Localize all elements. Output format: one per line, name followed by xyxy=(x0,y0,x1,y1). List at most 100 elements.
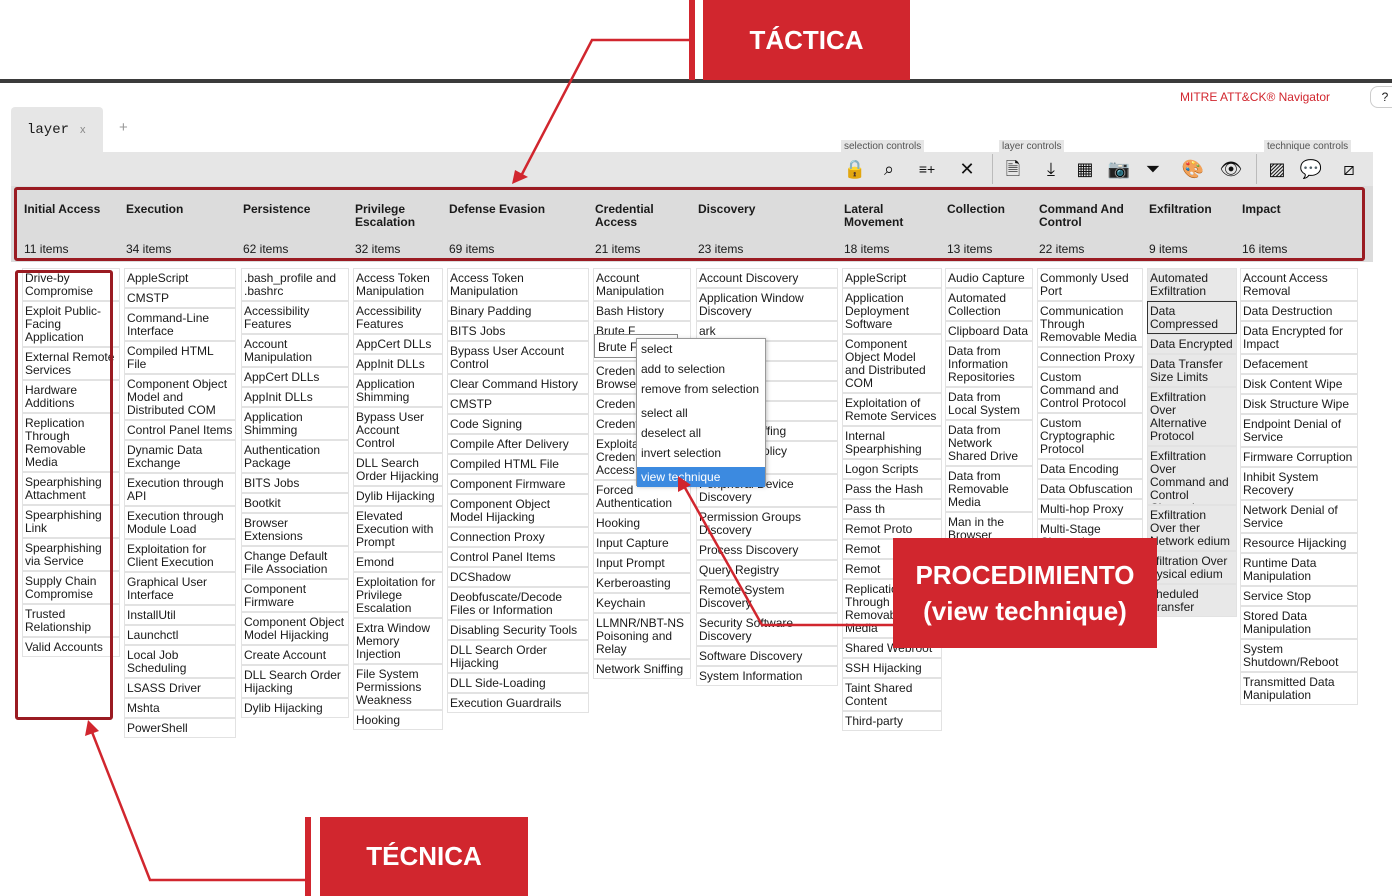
technique-cell[interactable]: Audio Capture xyxy=(945,268,1033,288)
technique-cell[interactable]: Third-party xyxy=(842,711,942,731)
technique-cell[interactable]: Account Manipulation xyxy=(241,334,349,367)
technique-cell[interactable]: Execution through Module Load xyxy=(124,506,236,539)
technique-cell[interactable]: Connection Proxy xyxy=(1037,347,1143,367)
technique-cell[interactable]: CMSTP xyxy=(447,394,589,414)
technique-cell[interactable]: Dynamic Data Exchange xyxy=(124,440,236,473)
technique-cell[interactable]: CMSTP xyxy=(124,288,236,308)
technique-cell[interactable]: Kerberoasting xyxy=(593,573,691,593)
context-menu-item[interactable]: invert selection xyxy=(637,443,765,463)
technique-cell[interactable]: Browser Extensions xyxy=(241,513,349,546)
technique-cell[interactable]: Component Firmware xyxy=(241,579,349,612)
technique-cell[interactable]: Bypass User Account Control xyxy=(353,407,443,453)
technique-cell[interactable]: Custom Command and Control Protocol xyxy=(1037,367,1143,413)
technique-cell[interactable]: Inhibit System Recovery xyxy=(1240,467,1358,500)
technique-cell[interactable]: Compiled HTML File xyxy=(124,341,236,374)
technique-cell[interactable]: Launchctl xyxy=(124,625,236,645)
technique-cell[interactable]: Taint Shared Content xyxy=(842,678,942,711)
technique-cell[interactable]: Multi-hop Proxy xyxy=(1037,499,1143,519)
technique-cell[interactable]: Clear Command History xyxy=(447,374,589,394)
technique-cell[interactable]: BITS Jobs xyxy=(447,321,589,341)
technique-cell[interactable]: AppCert DLLs xyxy=(353,334,443,354)
technique-cell[interactable]: Stored Data Manipulation xyxy=(1240,606,1358,639)
technique-cell[interactable]: Hooking xyxy=(353,710,443,730)
multiselect-icon[interactable]: ≡+ xyxy=(914,157,940,181)
technique-cell[interactable]: File System Permissions Weakness xyxy=(353,664,443,710)
technique-cell[interactable]: Exploitation of Remote Services xyxy=(842,393,942,426)
context-menu-item[interactable]: remove from selection xyxy=(637,379,765,399)
technique-cell[interactable]: PowerShell xyxy=(124,718,236,738)
technique-cell[interactable]: Remote System Discovery xyxy=(696,580,838,613)
grid-icon[interactable]: ▦ xyxy=(1072,157,1098,181)
technique-cell[interactable]: Exploitation for Client Execution xyxy=(124,539,236,572)
technique-cell[interactable]: Access Token Manipulation xyxy=(447,268,589,301)
filter-icon[interactable]: ⏷ xyxy=(1140,157,1166,181)
technique-cell[interactable]: Communication Through Removable Media xyxy=(1037,301,1143,347)
technique-cell[interactable]: System Information xyxy=(696,666,838,686)
technique-cell[interactable]: Clipboard Data xyxy=(945,321,1033,341)
technique-cell[interactable]: Disabling Security Tools xyxy=(447,620,589,640)
technique-cell[interactable]: Internal Spearphishing xyxy=(842,426,942,459)
technique-cell[interactable]: xfiltration Over hysical edium xyxy=(1147,551,1237,584)
technique-cell[interactable]: Data from Local System xyxy=(945,387,1033,420)
technique-cell[interactable]: Component Object Model Hijacking xyxy=(241,612,349,645)
technique-cell[interactable]: AppInit DLLs xyxy=(241,387,349,407)
technique-cell[interactable]: AppCert DLLs xyxy=(241,367,349,387)
technique-cell[interactable]: LSASS Driver xyxy=(124,678,236,698)
technique-cell[interactable]: Command-Line Interface xyxy=(124,308,236,341)
technique-cell[interactable]: Data from Network Shared Drive xyxy=(945,420,1033,466)
context-menu-item[interactable]: deselect all xyxy=(637,423,765,443)
technique-cell[interactable]: DLL Search Order Hijacking xyxy=(241,665,349,698)
technique-cell[interactable]: DLL Side-Loading xyxy=(447,673,589,693)
technique-cell[interactable]: Data Compressed xyxy=(1147,301,1237,334)
technique-cell[interactable]: Bash History xyxy=(593,301,691,321)
technique-cell[interactable]: Defacement xyxy=(1240,354,1358,374)
technique-cell[interactable]: Input Capture xyxy=(593,533,691,553)
technique-cell[interactable]: Component Firmware xyxy=(447,474,589,494)
technique-cell[interactable]: Automated Exfiltration xyxy=(1147,268,1237,301)
search-icon[interactable]: ⌕ xyxy=(876,157,902,181)
technique-cell[interactable]: Input Prompt xyxy=(593,553,691,573)
technique-cell[interactable]: Account Access Removal xyxy=(1240,268,1358,301)
technique-cell[interactable]: AppleScript xyxy=(842,268,942,288)
technique-cell[interactable]: DLL Search Order Hijacking xyxy=(447,640,589,673)
technique-cell[interactable]: Control Panel Items xyxy=(124,420,236,440)
export-icon[interactable]: 🗎 xyxy=(1000,157,1026,181)
technique-cell[interactable]: BITS Jobs xyxy=(241,473,349,493)
technique-cell[interactable]: Compiled HTML File xyxy=(447,454,589,474)
technique-cell[interactable]: Compile After Delivery xyxy=(447,434,589,454)
technique-cell[interactable]: Transmitted Data Manipulation xyxy=(1240,672,1358,705)
technique-cell[interactable]: Component Object Model and Distributed C… xyxy=(842,334,942,393)
technique-cell[interactable]: LLMNR/NBT-NS Poisoning and Relay xyxy=(593,613,691,659)
camera-icon[interactable]: 📷 xyxy=(1106,157,1132,181)
technique-cell[interactable]: Exfiltration Over Alternative Protocol xyxy=(1147,387,1237,446)
technique-cell[interactable]: Application Shimming xyxy=(353,374,443,407)
technique-cell[interactable]: Exfiltration Over ther Network edium xyxy=(1147,505,1237,551)
technique-cell[interactable]: Deobfuscate/Decode Files or Information xyxy=(447,587,589,620)
technique-cell[interactable]: Custom Cryptographic Protocol xyxy=(1037,413,1143,459)
technique-cell[interactable]: Dylib Hijacking xyxy=(241,698,349,718)
deselect-icon[interactable]: ✕ xyxy=(954,157,980,181)
navigator-brand[interactable]: MITRE ATT&CK® Navigator xyxy=(1180,90,1330,104)
technique-cell[interactable]: DLL Search Order Hijacking xyxy=(353,453,443,486)
technique-cell[interactable]: Endpoint Denial of Service xyxy=(1240,414,1358,447)
technique-cell[interactable]: Execution Guardrails xyxy=(447,693,589,713)
technique-cell[interactable]: Process Discovery xyxy=(696,540,838,560)
technique-cell[interactable]: Data Encoding xyxy=(1037,459,1143,479)
eye-icon[interactable]: 👁 xyxy=(1218,157,1244,181)
technique-cell[interactable]: Local Job Scheduling xyxy=(124,645,236,678)
technique-cell[interactable]: Firmware Corruption xyxy=(1240,447,1358,467)
context-menu-item[interactable]: add to selection xyxy=(637,359,765,379)
technique-cell[interactable]: Network Sniffing xyxy=(593,659,691,679)
technique-cell[interactable]: Mshta xyxy=(124,698,236,718)
technique-cell[interactable]: Change Default File Association xyxy=(241,546,349,579)
technique-cell[interactable]: Graphical User Interface xyxy=(124,572,236,605)
technique-cell[interactable]: Elevated Execution with Prompt xyxy=(353,506,443,552)
technique-cell[interactable]: cheduled Transfer xyxy=(1147,584,1237,617)
technique-cell[interactable]: AppInit DLLs xyxy=(353,354,443,374)
technique-cell[interactable]: Automated Collection xyxy=(945,288,1033,321)
technique-cell[interactable]: Data Encrypted xyxy=(1147,334,1237,354)
technique-cell[interactable]: Service Stop xyxy=(1240,586,1358,606)
technique-cell[interactable]: Code Signing xyxy=(447,414,589,434)
technique-cell[interactable]: Binary Padding xyxy=(447,301,589,321)
technique-cell[interactable]: Pass the Hash xyxy=(842,479,942,499)
